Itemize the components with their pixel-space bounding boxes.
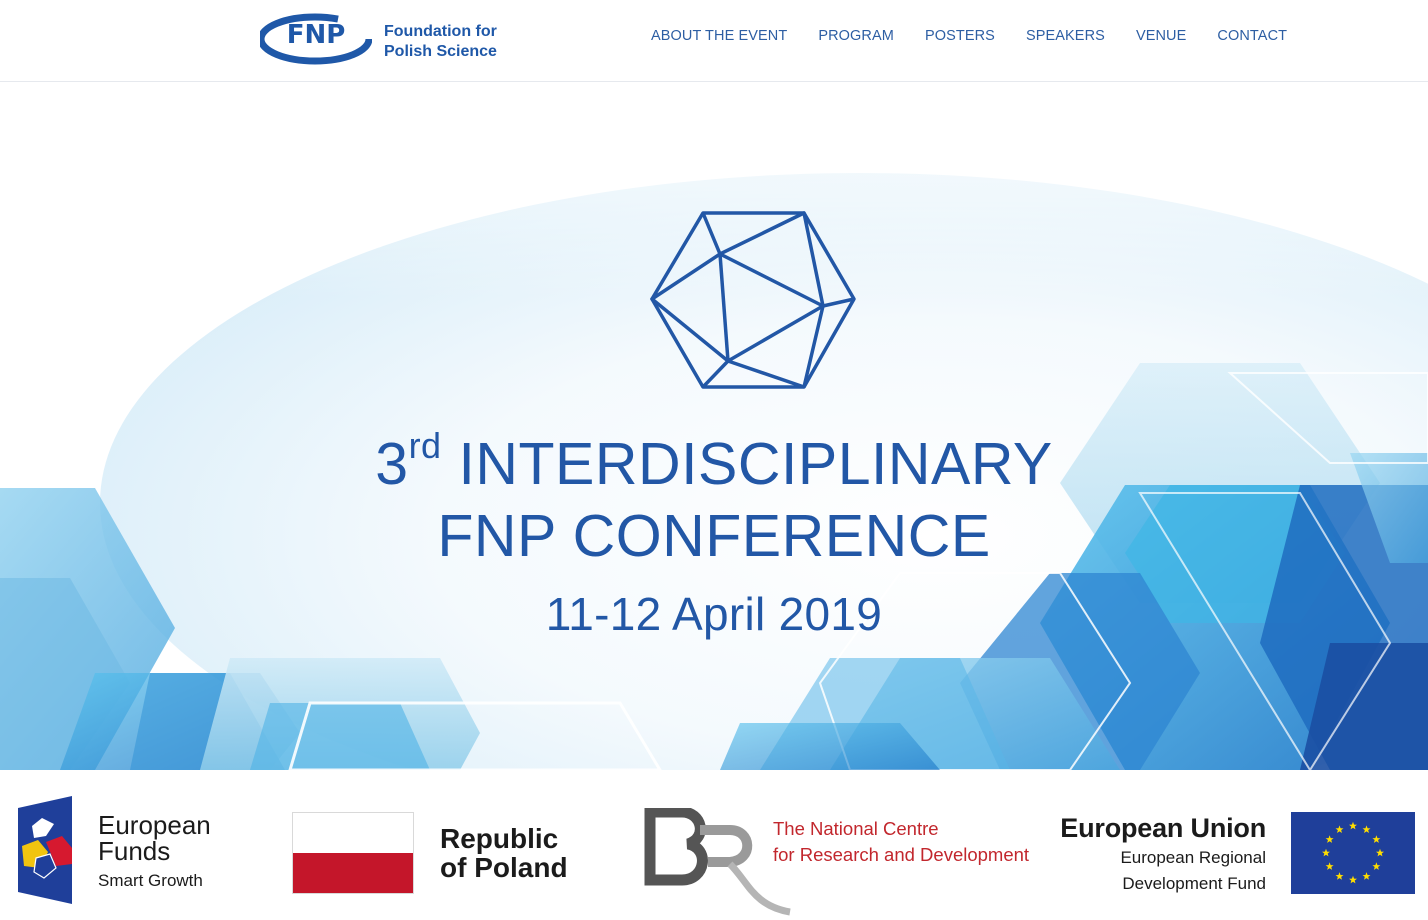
edition-number: 3	[375, 431, 409, 497]
fnp-logo-abbr: FNP	[287, 20, 346, 50]
european-funds-logo: European Funds Smart Growth	[18, 796, 238, 904]
fnp-logo-link[interactable]: FNP Foundation for Polish Science	[260, 8, 510, 66]
eu-title: European Union	[1060, 813, 1266, 843]
european-funds-text: European Funds Smart Growth	[98, 812, 211, 892]
fnp-logo-icon: FNP	[260, 13, 372, 65]
nav-posters[interactable]: POSTERS	[925, 27, 995, 45]
republic-of-poland-text: Republic of Poland	[440, 824, 568, 882]
hexagon-background	[0, 83, 1428, 770]
conference-date: 11-12 April 2019	[545, 588, 883, 640]
european-funds-subtitle: Smart Growth	[98, 871, 203, 890]
funding-logos-strip: European Funds Smart Growth Republic of …	[0, 770, 1428, 920]
site-header: FNP Foundation for Polish Science ABOUT …	[0, 0, 1428, 82]
ncbr-line2: for Research and Development	[773, 844, 1030, 865]
european-union-logo: European Union European Regional Develop…	[1046, 812, 1416, 898]
nav-contact[interactable]: CONTACT	[1217, 27, 1287, 45]
poland-line1: Republic	[440, 823, 559, 854]
nav-program[interactable]: PROGRAM	[818, 27, 894, 45]
logo-name-line2: Polish Science	[384, 43, 497, 60]
republic-of-poland-logo: Republic of Poland	[292, 812, 582, 896]
european-funds-line1: European	[98, 810, 211, 840]
ncbr-logo: The National Centre for Research and Dev…	[644, 808, 1029, 918]
main-nav: ABOUT THE EVENT PROGRAM POSTERS SPEAKERS…	[651, 27, 1287, 45]
nav-venue[interactable]: VENUE	[1136, 27, 1186, 45]
eu-sub-line1: European Regional	[1120, 848, 1266, 867]
nav-speakers[interactable]: SPEAKERS	[1026, 27, 1105, 45]
poland-flag-icon	[292, 812, 414, 894]
icosahedron-icon	[650, 211, 856, 389]
logo-name-line1: Foundation for	[384, 23, 497, 40]
nav-about-the-event[interactable]: ABOUT THE EVENT	[651, 27, 787, 45]
eu-flag-icon	[1291, 812, 1415, 894]
conference-title-line2: FNP CONFERENCE	[437, 503, 991, 569]
poland-line2: of Poland	[440, 852, 568, 883]
eu-sub-line2: Development Fund	[1122, 874, 1266, 893]
hero-banner: 3rd INTERDISCIPLINARY FNP CONFERENCE 11-…	[0, 83, 1428, 770]
ncbr-line1: The National Centre	[773, 818, 939, 839]
ncbr-text: The National Centre for Research and Dev…	[773, 816, 1029, 868]
ncbr-br-icon	[644, 808, 791, 916]
european-union-text: European Union European Regional Develop…	[1046, 812, 1266, 896]
european-funds-line2: Funds	[98, 836, 171, 866]
fnp-logo-text: Foundation for Polish Science	[384, 22, 497, 62]
european-funds-icon	[18, 796, 72, 904]
conference-title-line1: 3rd INTERDISCIPLINARY	[0, 428, 1428, 499]
title-word-interdisciplinary: INTERDISCIPLINARY	[458, 431, 1053, 497]
edition-ordinal-suffix: rd	[408, 425, 442, 466]
